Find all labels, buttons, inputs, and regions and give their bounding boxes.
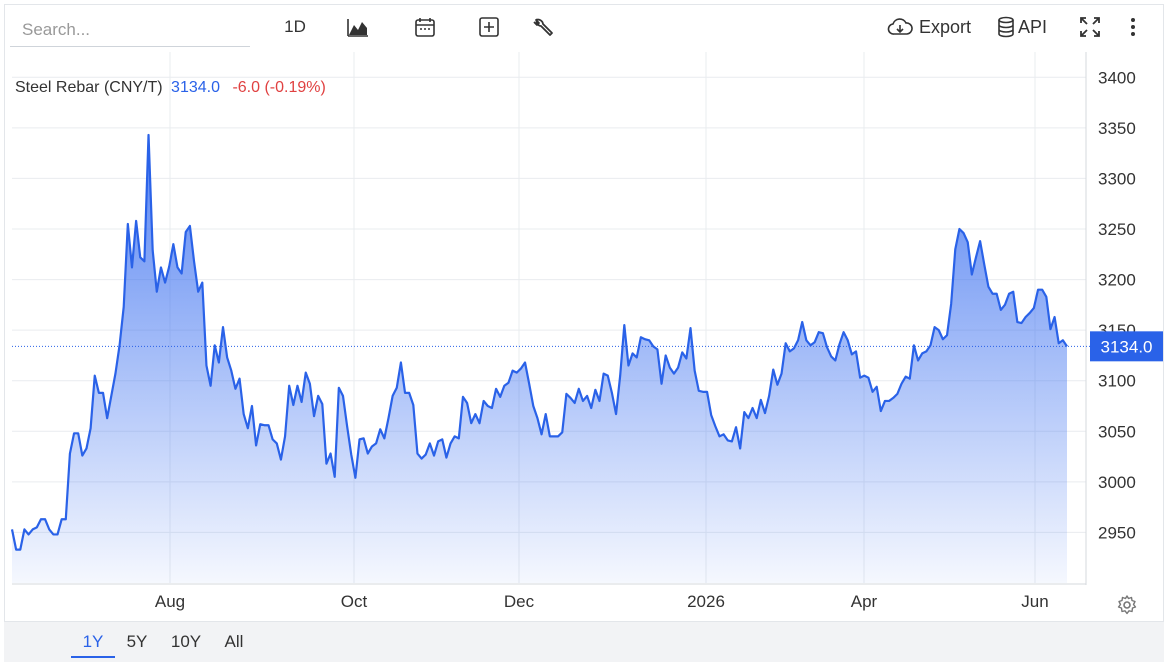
y-tick-label: 3200 xyxy=(1098,271,1136,290)
settings-gear-icon[interactable] xyxy=(1116,594,1138,621)
price-chart[interactable]: 2950300030503100315032003250330033503400… xyxy=(0,0,1170,668)
x-tick-label: 2026 xyxy=(687,592,725,611)
y-tick-label: 2950 xyxy=(1098,523,1136,542)
y-tick-label: 3100 xyxy=(1098,372,1136,391)
range-10y-button[interactable]: 10Y xyxy=(164,628,208,656)
y-tick-label: 3250 xyxy=(1098,220,1136,239)
range-all-button[interactable]: All xyxy=(216,628,252,656)
range-label: 5Y xyxy=(126,632,148,651)
range-label: All xyxy=(224,632,244,651)
y-tick-label: 3300 xyxy=(1098,169,1136,188)
x-tick-label: Apr xyxy=(851,592,878,611)
y-tick-label: 3050 xyxy=(1098,422,1136,441)
legend-change: -6.0 (-0.19%) xyxy=(232,79,326,96)
x-tick-label: Dec xyxy=(504,592,535,611)
range-bar: 1Y 5Y 10Y All xyxy=(4,621,1164,662)
last-price-tag-label: 3134.0 xyxy=(1101,337,1153,356)
legend-last-price: 3134.0 xyxy=(171,79,220,96)
x-tick-label: Jun xyxy=(1021,592,1048,611)
x-tick-label: Oct xyxy=(341,592,368,611)
range-5y-button[interactable]: 5Y xyxy=(119,628,155,656)
x-tick-label: Aug xyxy=(155,592,185,611)
y-tick-label: 3400 xyxy=(1098,68,1136,87)
legend-name: Steel Rebar (CNY/T) xyxy=(15,79,163,96)
chart-legend: Steel Rebar (CNY/T) 3134.0 -6.0 (-0.19%) xyxy=(15,79,326,97)
range-label: 1Y xyxy=(82,632,104,651)
range-1y-button[interactable]: 1Y xyxy=(71,628,115,658)
y-tick-label: 3350 xyxy=(1098,119,1136,138)
range-label: 10Y xyxy=(170,632,202,651)
y-tick-label: 3000 xyxy=(1098,473,1136,492)
